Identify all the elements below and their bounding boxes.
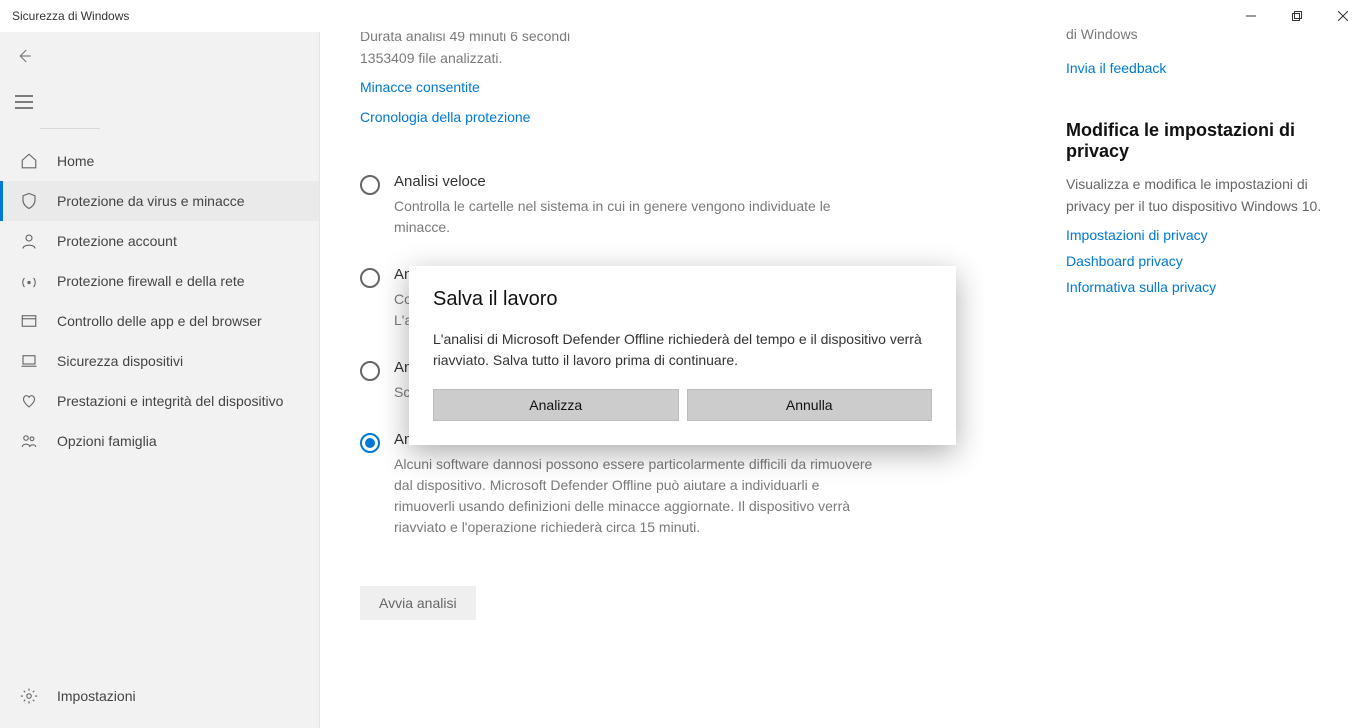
radio-icon[interactable]: [360, 268, 380, 288]
scan-duration: Durata analisi 49 minuti 6 secondi: [360, 32, 1026, 48]
scan-file-count: 1353409 file analizzati.: [360, 48, 1026, 70]
window-icon: [19, 311, 39, 331]
sidebar-item-label: Controllo delle app e del browser: [57, 313, 262, 329]
sidebar-item-virus[interactable]: Protezione da virus e minacce: [0, 181, 319, 221]
window-title: Sicurezza di Windows: [12, 9, 129, 23]
radio-icon[interactable]: [360, 433, 380, 453]
sidebar-item-label: Protezione da virus e minacce: [57, 193, 245, 209]
heart-icon: [19, 391, 39, 411]
gear-icon: [19, 686, 39, 706]
radio-icon[interactable]: [360, 361, 380, 381]
scan-summary: Durata analisi 49 minuti 6 secondi 13534…: [360, 32, 1026, 69]
right-column: di Windows Invia il feedback Modifica le…: [1066, 32, 1366, 728]
family-icon: [19, 431, 39, 451]
allowed-threats-link[interactable]: Minacce consentite: [360, 79, 480, 95]
sidebar-item-home[interactable]: Home: [0, 141, 319, 181]
sidebar-item-label: Impostazioni: [57, 688, 136, 704]
truncated-heading: di Windows: [1066, 26, 1342, 42]
feedback-link[interactable]: Invia il feedback: [1066, 60, 1342, 76]
sidebar-item-label: Prestazioni e integrità del dispositivo: [57, 393, 283, 409]
sidebar-item-label: Sicurezza dispositivi: [57, 353, 183, 369]
sidebar-item-label: Protezione account: [57, 233, 177, 249]
scan-option-quick[interactable]: Analisi veloce Controlla le cartelle nel…: [360, 173, 1026, 238]
confirm-dialog: Salva il lavoro L'analisi di Microsoft D…: [409, 266, 956, 445]
hamburger-button[interactable]: [0, 82, 48, 122]
dialog-body: L'analisi di Microsoft Defender Offline …: [433, 329, 932, 371]
sidebar-item-health[interactable]: Prestazioni e integrità del dispositivo: [0, 381, 319, 421]
sidebar-item-label: Home: [57, 153, 94, 169]
option-desc: Alcuni software dannosi possono essere p…: [394, 454, 874, 538]
start-scan-button[interactable]: Avvia analisi: [360, 586, 476, 620]
privacy-settings-link[interactable]: Impostazioni di privacy: [1066, 227, 1342, 243]
option-desc: Controlla le cartelle nel sistema in cui…: [394, 196, 874, 238]
option-title: Analisi veloce: [394, 173, 874, 190]
privacy-statement-link[interactable]: Informativa sulla privacy: [1066, 279, 1342, 295]
sidebar-item-label: Protezione firewall e della rete: [57, 273, 245, 289]
sidebar-item-account[interactable]: Protezione account: [0, 221, 319, 261]
privacy-settings-text: Visualizza e modifica le impostazioni di…: [1066, 174, 1342, 217]
protection-history-link[interactable]: Cronologia della protezione: [360, 109, 530, 125]
person-icon: [19, 231, 39, 251]
privacy-settings-title: Modifica le impostazioni di privacy: [1066, 120, 1342, 162]
laptop-icon: [19, 351, 39, 371]
sidebar: Home Protezione da virus e minacce Prote…: [0, 32, 320, 728]
radio-icon[interactable]: [360, 175, 380, 195]
wifi-icon: [19, 271, 39, 291]
home-icon: [19, 151, 39, 171]
sidebar-item-device[interactable]: Sicurezza dispositivi: [0, 341, 319, 381]
sidebar-item-settings[interactable]: Impostazioni: [0, 676, 319, 716]
dialog-confirm-button[interactable]: Analizza: [433, 389, 679, 421]
sidebar-item-family[interactable]: Opzioni famiglia: [0, 421, 319, 461]
dialog-title: Salva il lavoro: [433, 288, 932, 311]
divider: [40, 128, 100, 129]
sidebar-item-label: Opzioni famiglia: [57, 433, 157, 449]
back-button[interactable]: [0, 36, 48, 76]
sidebar-item-firewall[interactable]: Protezione firewall e della rete: [0, 261, 319, 301]
privacy-dashboard-link[interactable]: Dashboard privacy: [1066, 253, 1342, 269]
shield-icon: [19, 191, 39, 211]
scan-option-offline[interactable]: Analisi di Microsoft Defender Offline Al…: [360, 431, 1026, 538]
dialog-cancel-button[interactable]: Annulla: [687, 389, 933, 421]
sidebar-item-appcontrol[interactable]: Controllo delle app e del browser: [0, 301, 319, 341]
